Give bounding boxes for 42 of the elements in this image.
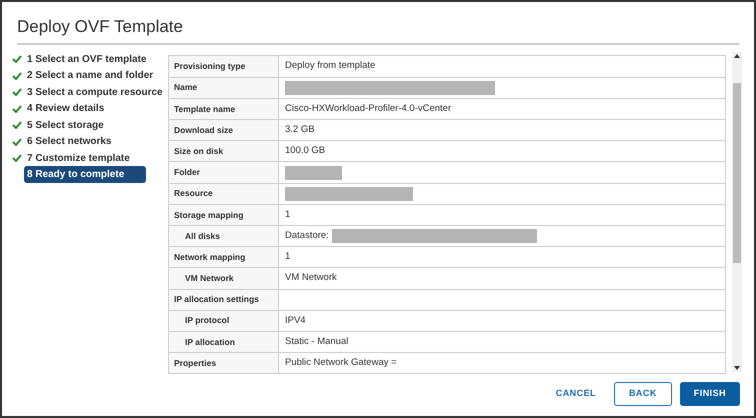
- scrollbar[interactable]: [732, 52, 742, 372]
- row-value: 100.0 GB: [285, 144, 326, 158]
- wizard-step[interactable]: 8 Ready to complete: [24, 166, 146, 184]
- row-value: Cisco-HXWorkload-Profiler-4.0-vCenter: [285, 102, 452, 116]
- row-label: IP protocol: [169, 310, 279, 331]
- row-value: Deploy from template: [285, 58, 376, 73]
- wizard-step[interactable]: 1 Select an OVF template: [24, 52, 150, 67]
- row-label: Size on disk: [169, 141, 279, 162]
- window-title: Deploy OVF Template: [17, 14, 739, 44]
- row-label: IP allocation: [169, 332, 279, 352]
- row-label: VM Network: [169, 268, 279, 289]
- row-label: Folder: [169, 162, 279, 183]
- wizard-step[interactable]: 7 Customize template: [24, 150, 133, 166]
- row-label: IP allocation settings: [169, 290, 279, 310]
- wizard-step[interactable]: 2 Select a name and folder: [24, 68, 156, 84]
- row-value: 1: [285, 250, 290, 264]
- row-label: All disks: [169, 226, 279, 246]
- scroll-thumb[interactable]: [733, 82, 741, 262]
- row-label: Provisioning type: [169, 56, 279, 77]
- wizard-step[interactable]: 5 Select storage: [24, 118, 107, 133]
- row-value: Datastore:: [285, 228, 329, 243]
- row-value: Public Network Gateway =: [285, 356, 397, 370]
- row-value: 3.2 GB: [285, 123, 315, 138]
- row-label: Storage mapping: [169, 204, 279, 225]
- row-label: Name: [169, 78, 279, 98]
- wizard-step[interactable]: 4 Review details: [24, 101, 108, 116]
- scroll-up-icon[interactable]: [734, 54, 740, 58]
- wizard-step[interactable]: 6 Select networks: [24, 134, 114, 150]
- row-label: Template name: [169, 98, 279, 120]
- row-label: Network mapping: [169, 247, 279, 268]
- dialog-button[interactable]: FINISH: [680, 382, 740, 406]
- dialog-button[interactable]: BACK: [614, 382, 672, 406]
- row-label: Resource: [169, 184, 279, 204]
- dialog-button[interactable]: CANCEL: [546, 382, 606, 406]
- wizard-step[interactable]: 3 Select a compute resource: [24, 84, 166, 100]
- row-value: VM Network: [285, 271, 337, 286]
- scroll-down-icon[interactable]: [734, 366, 740, 370]
- row-value: Static - Manual: [285, 334, 348, 349]
- row-label: Properties: [169, 353, 279, 374]
- row-label: Download size: [169, 120, 279, 140]
- row-value: 1: [285, 208, 290, 222]
- row-value: IPV4: [285, 314, 306, 328]
